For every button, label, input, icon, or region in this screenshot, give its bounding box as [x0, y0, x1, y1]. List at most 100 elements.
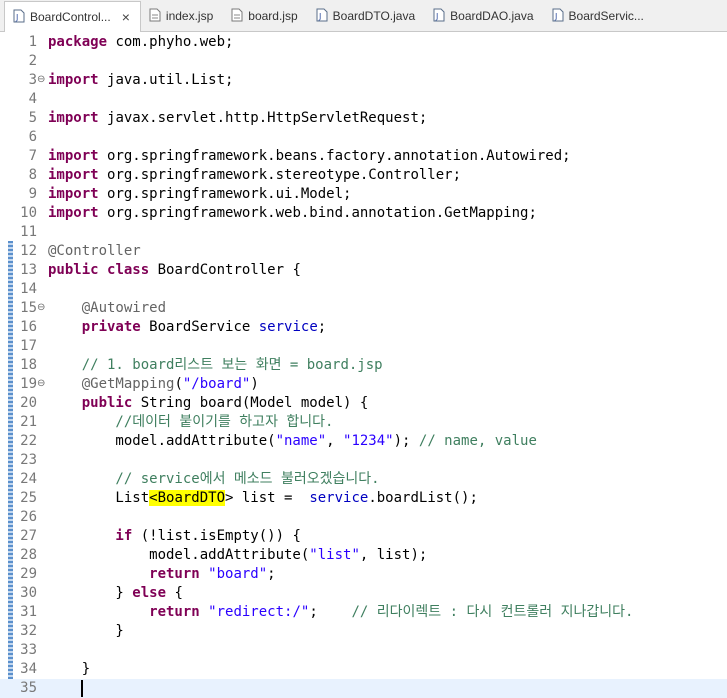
svg-text:J: J [554, 12, 557, 21]
code-line[interactable]: 12 @Controller [0, 242, 727, 261]
tab-board-jsp[interactable]: board.jsp [223, 1, 307, 31]
tab-board-dao[interactable]: J BoardDAO.java [425, 1, 543, 31]
tab-board-controller[interactable]: J BoardControl... × [4, 1, 141, 32]
code-line[interactable]: 26 [0, 508, 727, 527]
code-line[interactable]: 17 [0, 337, 727, 356]
fold-toggle-icon[interactable]: ⊖ [37, 71, 45, 88]
line-number: 10 [20, 205, 37, 221]
code-line[interactable]: 30 } else { [0, 584, 727, 603]
code-text: List<BoardDTO> list = service.boardList(… [48, 489, 478, 508]
code-line[interactable]: 8 import org.springframework.stereotype.C… [0, 166, 727, 185]
code-token: , list); [359, 547, 428, 563]
code-token: import [48, 72, 99, 88]
code-line[interactable]: 14 [0, 280, 727, 299]
line-number: 20 [20, 395, 37, 411]
tab-board-service[interactable]: J BoardServic... [544, 1, 654, 31]
line-number: 4 [28, 91, 37, 107]
code-line[interactable]: 19 ⊖ @GetMapping("/board") [0, 375, 727, 394]
code-line[interactable]: 28 model.addAttribute("list", list); [0, 546, 727, 565]
code-token: // 1. board리스트 보는 화면 = board.jsp [48, 357, 383, 373]
tab-label: BoardDTO.java [332, 9, 416, 23]
code-line[interactable]: 2 [0, 52, 727, 71]
code-line[interactable]: 13 public class BoardController { [0, 261, 727, 280]
code-token: <BoardDTO [149, 490, 226, 506]
text-caret [81, 680, 83, 697]
code-text: @Autowired [48, 299, 166, 318]
editor-tab-bar: J BoardControl... × index.jsp board.jsp … [0, 0, 727, 32]
line-number: 14 [20, 281, 37, 297]
line-number: 18 [20, 357, 37, 373]
code-token: > list = [225, 490, 301, 506]
code-line[interactable]: 7 import org.springframework.beans.factor… [0, 147, 727, 166]
line-number: 3 [28, 72, 37, 88]
line-number: 24 [20, 471, 37, 487]
code-token: "list" [309, 547, 360, 563]
code-token: service [258, 319, 318, 335]
code-token: package [48, 34, 108, 50]
close-icon[interactable]: × [122, 9, 130, 25]
line-number: 25 [20, 490, 37, 506]
code-line[interactable]: 24 // service에서 메소드 불러오겠습니다. [0, 470, 727, 489]
code-text: model.addAttribute("list", list); [48, 546, 427, 565]
line-number: 8 [28, 167, 37, 183]
code-line[interactable]: 32 } [0, 622, 727, 641]
code-line[interactable]: 25 List<BoardDTO> list = service.boardLi… [0, 489, 727, 508]
line-number: 5 [28, 110, 37, 126]
java-file-icon: J [13, 9, 25, 26]
code-token: class [107, 262, 150, 278]
code-line[interactable]: 16 private BoardService service; [0, 318, 727, 337]
code-line[interactable]: 6 [0, 128, 727, 147]
code-line[interactable]: 18 // 1. board리스트 보는 화면 = board.jsp [0, 356, 727, 375]
code-token: javax.servlet.http.HttpServletRequest; [107, 110, 428, 126]
code-line[interactable]: 23 [0, 451, 727, 470]
code-line[interactable]: 29 return "board"; [0, 565, 727, 584]
code-token: public [48, 395, 133, 411]
code-line[interactable]: 1 package com.phyho.web; [0, 33, 727, 52]
code-token: @GetMapping [48, 376, 175, 392]
code-token: BoardService [149, 319, 251, 335]
code-line[interactable]: 33 [0, 641, 727, 660]
code-text: public String board(Model model) { [48, 394, 369, 413]
code-line[interactable]: 10 import org.springframework.web.bind.an… [0, 204, 727, 223]
code-token: } [48, 661, 91, 677]
code-line[interactable]: 20 public String board(Model model) { [0, 394, 727, 413]
line-number: 11 [20, 224, 37, 240]
fold-toggle-icon[interactable]: ⊖ [37, 299, 45, 316]
line-number: 35 [20, 680, 37, 696]
code-line[interactable]: 22 model.addAttribute("name", "1234"); /… [0, 432, 727, 451]
code-token: } [48, 585, 133, 601]
code-line[interactable]: 27 if (!list.isEmpty()) { [0, 527, 727, 546]
code-line[interactable]: 9 import org.springframework.ui.Model; [0, 185, 727, 204]
code-line[interactable]: 3 ⊖ import java.util.List; [0, 71, 727, 90]
code-token: String board(Model model) { [140, 395, 369, 411]
code-text: package com.phyho.web; [48, 33, 233, 52]
code-token: @Autowired [48, 300, 167, 316]
code-line[interactable]: 5 import javax.servlet.http.HttpServletRe… [0, 109, 727, 128]
line-number: 34 [20, 661, 37, 677]
svg-text:J: J [435, 12, 438, 21]
code-token: service [309, 490, 369, 506]
code-line[interactable]: 35 [0, 679, 727, 698]
code-token: else [132, 585, 167, 601]
code-line[interactable]: 4 [0, 90, 727, 109]
code-line[interactable]: 34 } [0, 660, 727, 679]
code-token: org.springframework.stereotype.Controlle… [107, 167, 462, 183]
code-text: import org.springframework.beans.factory… [48, 147, 571, 166]
line-number: 32 [20, 623, 37, 639]
line-number: 17 [20, 338, 37, 354]
code-line[interactable]: 11 [0, 223, 727, 242]
tab-index-jsp[interactable]: index.jsp [141, 1, 223, 31]
line-number: 28 [20, 547, 37, 563]
code-token: "name" [275, 433, 327, 449]
code-token: // name, value [418, 433, 537, 449]
code-line[interactable]: 15 ⊖ @Autowired [0, 299, 727, 318]
java-file-icon: J [316, 8, 328, 25]
code-editor[interactable]: 1 package com.phyho.web; 2 3 ⊖ import java.ut… [0, 33, 727, 698]
code-line[interactable]: 21 //데이터 붙이기를 하고자 합니다. [0, 413, 727, 432]
code-line[interactable]: 31 return "redirect:/"; // 리다이렉트 : 다시 컨트… [0, 603, 727, 622]
tab-board-dto[interactable]: J BoardDTO.java [308, 1, 425, 31]
fold-toggle-icon[interactable]: ⊖ [37, 375, 45, 392]
code-token: "redirect:/" [208, 604, 310, 620]
line-number: 2 [28, 53, 37, 69]
code-token: return [48, 604, 200, 620]
